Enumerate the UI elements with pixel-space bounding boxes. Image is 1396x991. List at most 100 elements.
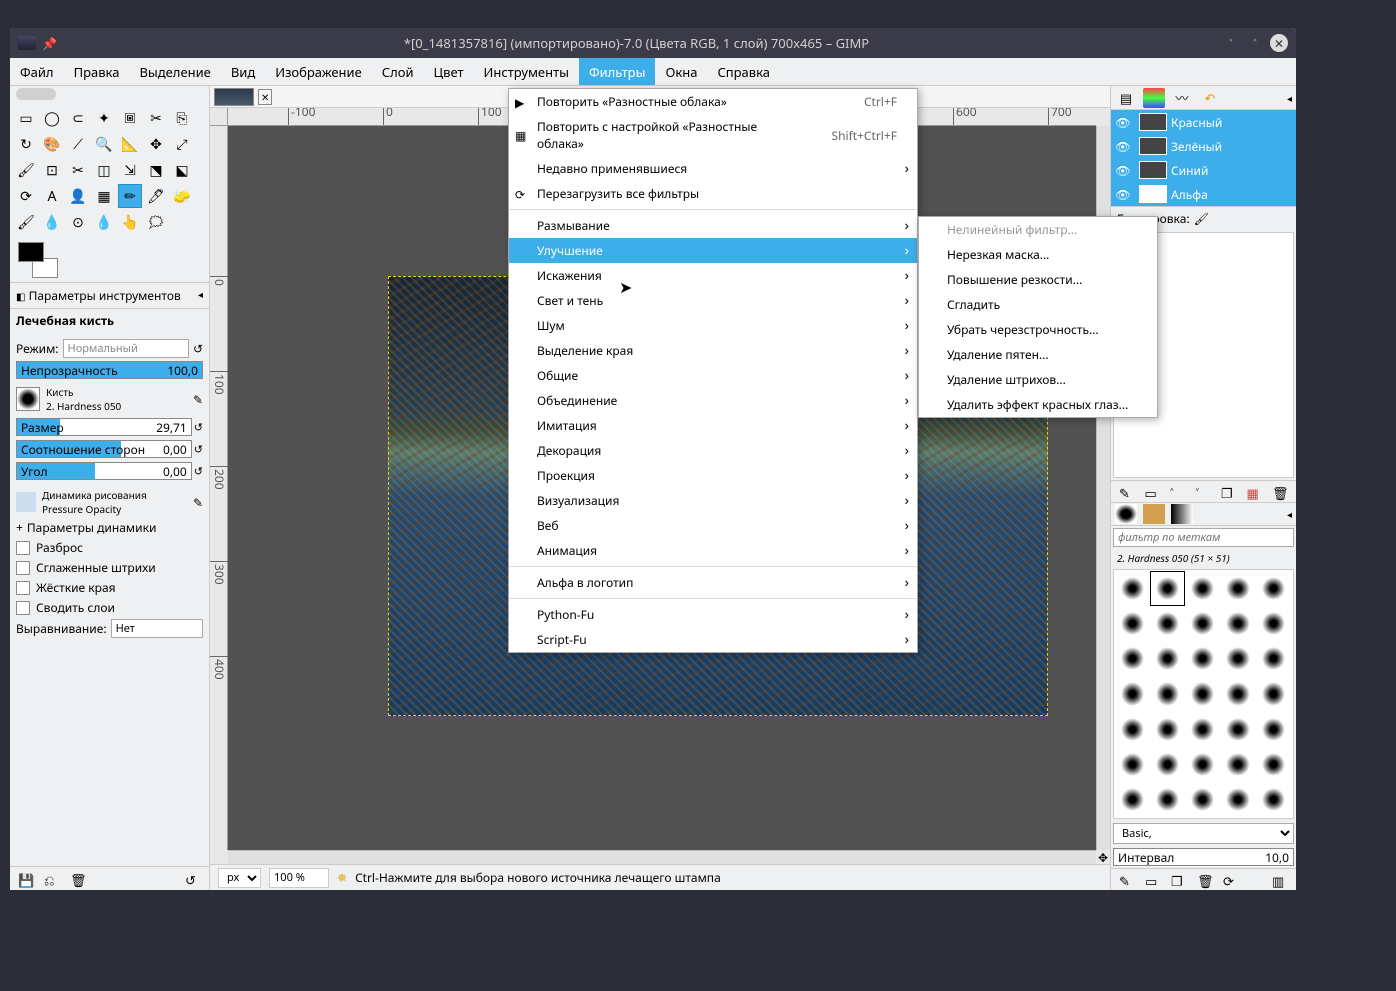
channels-tab-icon[interactable] [1143, 88, 1165, 108]
brush-item[interactable] [1116, 607, 1149, 640]
brush-item[interactable] [1221, 572, 1254, 605]
tool-6[interactable]: ⎘ [170, 106, 194, 130]
menu-item[interactable]: Удалить эффект красных глаз... [919, 392, 1157, 417]
menu-item[interactable]: Декорация [509, 438, 917, 463]
brush-item[interactable] [1151, 748, 1184, 781]
menu-item[interactable]: Шум [509, 313, 917, 338]
angle-slider[interactable]: Угол0,00 [16, 462, 192, 480]
minimize-button[interactable]: ˅ [1222, 34, 1240, 52]
brush-item[interactable] [1292, 572, 1294, 605]
tool-13[interactable]: ⤢ [170, 132, 194, 156]
brush-menu-icon[interactable]: ◂ [1287, 507, 1292, 521]
menu-item[interactable]: Script-Fu [509, 627, 917, 652]
brush-item[interactable] [1116, 572, 1149, 605]
menu-item[interactable]: Повышение резкости... [919, 267, 1157, 292]
new-brush-icon[interactable]: ▭ [1145, 872, 1161, 888]
brush-item[interactable] [1186, 642, 1219, 675]
brush-preset-select[interactable]: Basic, [1113, 823, 1294, 844]
menu-item[interactable]: Сгладить [919, 292, 1157, 317]
menu-item[interactable]: Общие [509, 363, 917, 388]
brush-item[interactable] [1292, 677, 1294, 710]
brush-item[interactable] [1186, 607, 1219, 640]
undo-tab-icon[interactable]: ↶ [1199, 88, 1221, 108]
mode-reset-icon[interactable]: ↺ [193, 340, 203, 357]
brush-item[interactable] [1186, 713, 1219, 746]
save-options-icon[interactable]: 💾 [18, 871, 34, 887]
visibility-icon[interactable]: 👁 [1111, 138, 1135, 155]
channel-row-Альфа[interactable]: 👁Альфа [1111, 182, 1296, 206]
tool-31[interactable]: 💧 [92, 210, 116, 234]
tool-21[interactable]: ⟳ [14, 184, 38, 208]
ruler-vertical[interactable]: 0100200300400 [210, 126, 228, 850]
mode-select[interactable]: Нормальный [63, 339, 189, 358]
menu-файл[interactable]: Файл [10, 58, 64, 85]
channel-row-Красный[interactable]: 👁Красный [1111, 110, 1296, 134]
delete-channel-icon[interactable]: 🗑 [1272, 484, 1288, 500]
new-channel-icon[interactable]: ▭ [1145, 484, 1161, 500]
tool-28[interactable]: 🖌 [14, 210, 38, 234]
brush-item[interactable] [1221, 748, 1254, 781]
brush-edit-icon[interactable]: ✎ [193, 391, 203, 408]
layers-tab-icon[interactable]: ▤ [1115, 88, 1137, 108]
dynamics-edit-icon[interactable]: ✎ [193, 494, 203, 511]
maximize-button[interactable]: ˄ [1246, 34, 1264, 52]
menu-правка[interactable]: Правка [64, 58, 130, 85]
brush-item[interactable] [1257, 713, 1290, 746]
tool-20[interactable]: ⬕ [170, 158, 194, 182]
brush-item[interactable] [1221, 783, 1254, 816]
menu-item[interactable]: Свет и тень [509, 288, 917, 313]
menu-item[interactable]: Искажения [509, 263, 917, 288]
brush-item[interactable] [1186, 748, 1219, 781]
hard-edge-check[interactable]: Жёсткие края [16, 579, 203, 596]
navigation-icon[interactable]: ✥ [1096, 850, 1110, 864]
delete-options-icon[interactable]: 🗑 [70, 871, 86, 887]
tool-12[interactable]: ✥ [144, 132, 168, 156]
brush-item[interactable] [1292, 713, 1294, 746]
menu-изображение[interactable]: Изображение [265, 58, 372, 85]
brush-grid[interactable] [1113, 569, 1294, 819]
color-selector[interactable] [18, 242, 58, 278]
menu-item[interactable]: ▦Повторить с настройкой «Разностные обла… [509, 114, 917, 156]
dup-channel-icon[interactable]: ❐ [1221, 484, 1237, 500]
tool-30[interactable]: ⊙ [66, 210, 90, 234]
brush-preview-icon[interactable] [16, 387, 40, 411]
size-reset-icon[interactable]: ↺ [194, 420, 203, 435]
menu-item[interactable]: Объединение [509, 388, 917, 413]
raise-channel-icon[interactable]: ˄ [1170, 484, 1186, 500]
channel-row-Синий[interactable]: 👁Синий [1111, 158, 1296, 182]
tool-15[interactable]: ⊡ [40, 158, 64, 182]
size-slider[interactable]: Размер29,71 [16, 418, 192, 436]
smooth-check[interactable]: Сглаженные штрихи [16, 559, 203, 576]
brush-item[interactable] [1116, 677, 1149, 710]
menu-цвет[interactable]: Цвет [424, 58, 474, 85]
to-sel-icon[interactable]: ▦ [1247, 484, 1263, 500]
menu-выделение[interactable]: Выделение [129, 58, 220, 85]
brush-item[interactable] [1257, 572, 1290, 605]
brush-item[interactable] [1151, 783, 1184, 816]
menu-окна[interactable]: Окна [655, 58, 707, 85]
brush-item[interactable] [1257, 748, 1290, 781]
delete-brush-icon[interactable]: 🗑 [1197, 872, 1213, 888]
reset-options-icon[interactable]: ↺ [185, 871, 201, 887]
tool-14[interactable]: 🖌 [14, 158, 38, 182]
paths-tab-icon[interactable]: 〰 [1171, 88, 1193, 108]
horizontal-scrollbar[interactable] [228, 850, 1096, 864]
dynamics-params-expander[interactable]: Параметры динамики [27, 519, 157, 536]
brush-item[interactable] [1221, 642, 1254, 675]
channel-row-Зелёный[interactable]: 👁Зелёный [1111, 134, 1296, 158]
brush-item[interactable] [1257, 677, 1290, 710]
aspect-slider[interactable]: Соотношение сторон0,00 [16, 440, 192, 458]
visibility-icon[interactable]: 👁 [1111, 162, 1135, 179]
tool-11[interactable]: 📐 [118, 132, 142, 156]
brush-item[interactable] [1151, 607, 1184, 640]
merge-check[interactable]: Сводить слои [16, 599, 203, 616]
tool-24[interactable]: ▦ [92, 184, 116, 208]
menu-item[interactable]: Удаление штрихов... [919, 367, 1157, 392]
menu-item[interactable]: Недавно применявшиеся [509, 156, 917, 181]
brush-item[interactable] [1151, 642, 1184, 675]
tool-26[interactable]: 🖊 [144, 184, 168, 208]
tool-0[interactable]: ▭ [14, 106, 38, 130]
brush-item[interactable] [1221, 607, 1254, 640]
brushes-tab-icon[interactable] [1115, 504, 1137, 524]
menu-item[interactable]: Python-Fu [509, 602, 917, 627]
